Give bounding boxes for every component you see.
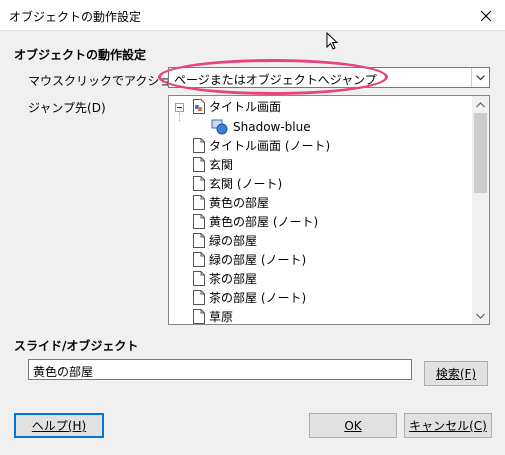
page-icon — [193, 157, 205, 172]
slide-object-input[interactable]: 黄色の部屋 — [28, 359, 412, 380]
highlight-annotation — [158, 59, 388, 95]
tree-item[interactable]: 黄色の部屋 — [169, 193, 269, 212]
tree-item[interactable]: 緑の部屋 — [169, 231, 257, 250]
slide-icon — [193, 99, 205, 114]
tree-item-label: タイトル画面 (ノート) — [209, 139, 331, 153]
tree-item-label: 草原 — [209, 310, 234, 324]
close-icon — [480, 10, 492, 21]
ok-button-label: OK — [344, 418, 362, 433]
scroll-down-icon[interactable] — [472, 307, 489, 324]
tree-item-label: 玄関 — [209, 158, 234, 172]
help-button-label: ヘルプ(H) — [31, 419, 87, 433]
tree-item-label: 緑の部屋 — [209, 234, 258, 248]
ok-button[interactable]: OK — [309, 413, 397, 438]
collapse-icon[interactable] — [175, 103, 184, 112]
tree-item[interactable]: 玄関 — [169, 155, 233, 174]
chevron-down-icon[interactable] — [471, 68, 489, 87]
page-icon — [193, 214, 205, 229]
cancel-button-label: キャンセル(C) — [409, 419, 487, 433]
jump-target-label: ジャンプ先(D) — [28, 101, 106, 115]
tree-item-label: 黄色の部屋 (ノート) — [209, 215, 319, 229]
tree-item-label: 玄関 (ノート) — [209, 177, 283, 191]
page-icon — [193, 271, 205, 286]
tree-item[interactable]: 茶の部屋 (ノート) — [169, 288, 306, 307]
help-button[interactable]: ヘルプ(H) — [14, 413, 104, 438]
action-section-heading: オブジェクトの動作設定 — [14, 48, 147, 62]
tree-item-label: タイトル画面 — [209, 100, 282, 114]
tree-item-label: 茶の部屋 — [209, 272, 258, 286]
scrollbar-thumb[interactable] — [474, 113, 487, 193]
tree-item[interactable]: 黄色の部屋 (ノート) — [169, 212, 318, 231]
tree-scrollbar[interactable] — [472, 96, 489, 324]
title-bar: オブジェクトの動作設定 — [0, 0, 505, 31]
page-icon — [193, 252, 205, 267]
page-icon — [193, 176, 205, 191]
tree-item[interactable]: 茶の部屋 — [169, 269, 257, 288]
tree-item[interactable]: 草原 — [169, 307, 234, 324]
window-title: オブジェクトの動作設定 — [9, 10, 142, 24]
tree-item-label: 緑の部屋 (ノート) — [209, 253, 307, 267]
tree-item-label: 茶の部屋 (ノート) — [209, 291, 307, 305]
page-icon — [193, 309, 205, 324]
mouse-cursor-icon — [326, 32, 339, 50]
slide-object-heading: スライド/オブジェクト — [14, 339, 139, 353]
page-icon — [193, 195, 205, 210]
tree-item[interactable]: 緑の部屋 (ノート) — [169, 250, 306, 269]
search-button[interactable]: 検索(F) — [424, 361, 488, 386]
tree-item-label: Shadow-blue — [233, 119, 311, 134]
scroll-up-icon[interactable] — [472, 96, 489, 113]
page-icon — [193, 138, 205, 153]
tree-item-label: 黄色の部屋 — [209, 196, 270, 210]
cancel-button[interactable]: キャンセル(C) — [404, 413, 492, 438]
tree-item[interactable]: Shadow-blue — [169, 117, 311, 136]
jump-target-tree[interactable]: タイトル画面 Shadow-blue タイトル画面 (ノート) 玄関 玄関 (ノ… — [168, 95, 490, 325]
search-button-label: 検索(F) — [435, 367, 477, 381]
page-icon — [193, 233, 205, 248]
close-button[interactable] — [467, 0, 505, 31]
page-icon — [193, 290, 205, 305]
tree-item[interactable]: 玄関 (ノート) — [169, 174, 282, 193]
tree-item[interactable]: タイトル画面 (ノート) — [169, 136, 330, 155]
tree-item[interactable]: タイトル画面 — [169, 97, 282, 121]
shape-object-icon — [211, 119, 228, 134]
